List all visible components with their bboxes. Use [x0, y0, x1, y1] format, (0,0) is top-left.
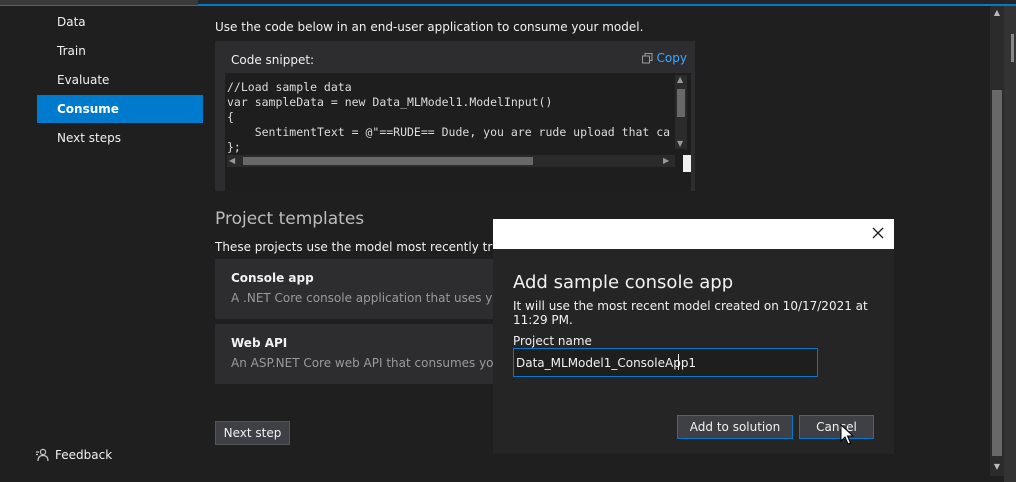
cancel-button[interactable]: Cancel	[799, 415, 874, 439]
page-scroll-thumb[interactable]	[992, 90, 1002, 456]
project-name-input[interactable]	[513, 348, 818, 377]
step-sidebar: Data Train Evaluate Consume Next steps F…	[0, 6, 208, 482]
next-step-button[interactable]: Next step	[215, 421, 290, 445]
code-vertical-scroll-thumb[interactable]	[677, 89, 685, 117]
scroll-left-arrow-icon[interactable]: ◀	[229, 156, 235, 166]
code-horizontal-scrollbar[interactable]: ◀ ▶	[227, 155, 675, 167]
scrollbar-corner	[683, 155, 691, 172]
code-horizontal-scroll-thumb[interactable]	[243, 157, 533, 165]
copy-icon	[641, 53, 653, 64]
project-templates-heading: Project templates	[215, 209, 365, 229]
page-scroll-up-icon[interactable]: ▲	[990, 8, 1004, 17]
scroll-down-arrow-icon[interactable]: ▼	[677, 139, 683, 149]
sidebar-item-data[interactable]: Data	[37, 8, 203, 36]
template-description: A .NET Core console application that use…	[231, 291, 536, 305]
scroll-up-arrow-icon[interactable]: ▲	[677, 75, 683, 85]
add-to-solution-button[interactable]: Add to solution	[677, 415, 793, 439]
code-editor[interactable]: //Load sample data var sampleData = new …	[225, 73, 691, 191]
mouse-pointer-icon	[840, 424, 854, 445]
code-snippet-panel: Code snippet: Copy //Load sample data va…	[215, 41, 695, 191]
code-snippet-title: Code snippet:	[231, 53, 315, 67]
feedback-label: Feedback	[55, 448, 113, 462]
page-scroll-down-icon[interactable]: ▼	[990, 462, 1004, 471]
feedback-link[interactable]: Feedback	[35, 446, 112, 464]
close-icon[interactable]	[871, 226, 885, 240]
overview-marker	[1011, 34, 1014, 62]
code-line: var sampleData = new Data_MLModel1.Model…	[227, 95, 553, 109]
sidebar-item-evaluate[interactable]: Evaluate	[37, 66, 203, 94]
dialog-title: Add sample console app	[513, 272, 734, 293]
code-line: {	[227, 110, 234, 124]
sidebar-item-next-steps[interactable]: Next steps	[37, 124, 203, 152]
template-name: Web API	[231, 336, 288, 350]
editor-overview-margin	[1004, 6, 1016, 482]
dialog-titlebar	[493, 219, 894, 249]
feedback-person-icon	[36, 448, 49, 462]
copy-button[interactable]: Copy	[641, 51, 687, 65]
text-caret	[678, 354, 679, 370]
sidebar-item-train[interactable]: Train	[37, 37, 203, 65]
code-line: SentimentText = @"==RUDE== Dude, you are…	[227, 125, 671, 139]
code-line: //Load sample data	[227, 80, 352, 94]
template-description: An ASP.NET Core web API that consumes yo…	[231, 356, 529, 370]
project-name-label: Project name	[513, 334, 592, 348]
template-name: Console app	[231, 271, 314, 285]
code-vertical-scrollbar[interactable]: ▲ ▼	[675, 75, 687, 149]
add-console-app-dialog: Add sample console app It will use the m…	[493, 219, 894, 454]
code-line: };	[227, 140, 241, 154]
dialog-subtitle: It will use the most recent model create…	[513, 299, 868, 327]
page-vertical-scrollbar[interactable]: ▲ ▼	[990, 6, 1004, 476]
sidebar-item-consume[interactable]: Consume	[37, 95, 203, 123]
copy-label: Copy	[656, 51, 687, 65]
project-templates-description: These projects use the model most recent…	[215, 240, 537, 254]
scroll-right-arrow-icon[interactable]: ▶	[663, 156, 669, 166]
consume-description: Use the code below in an end-user applic…	[215, 20, 644, 34]
